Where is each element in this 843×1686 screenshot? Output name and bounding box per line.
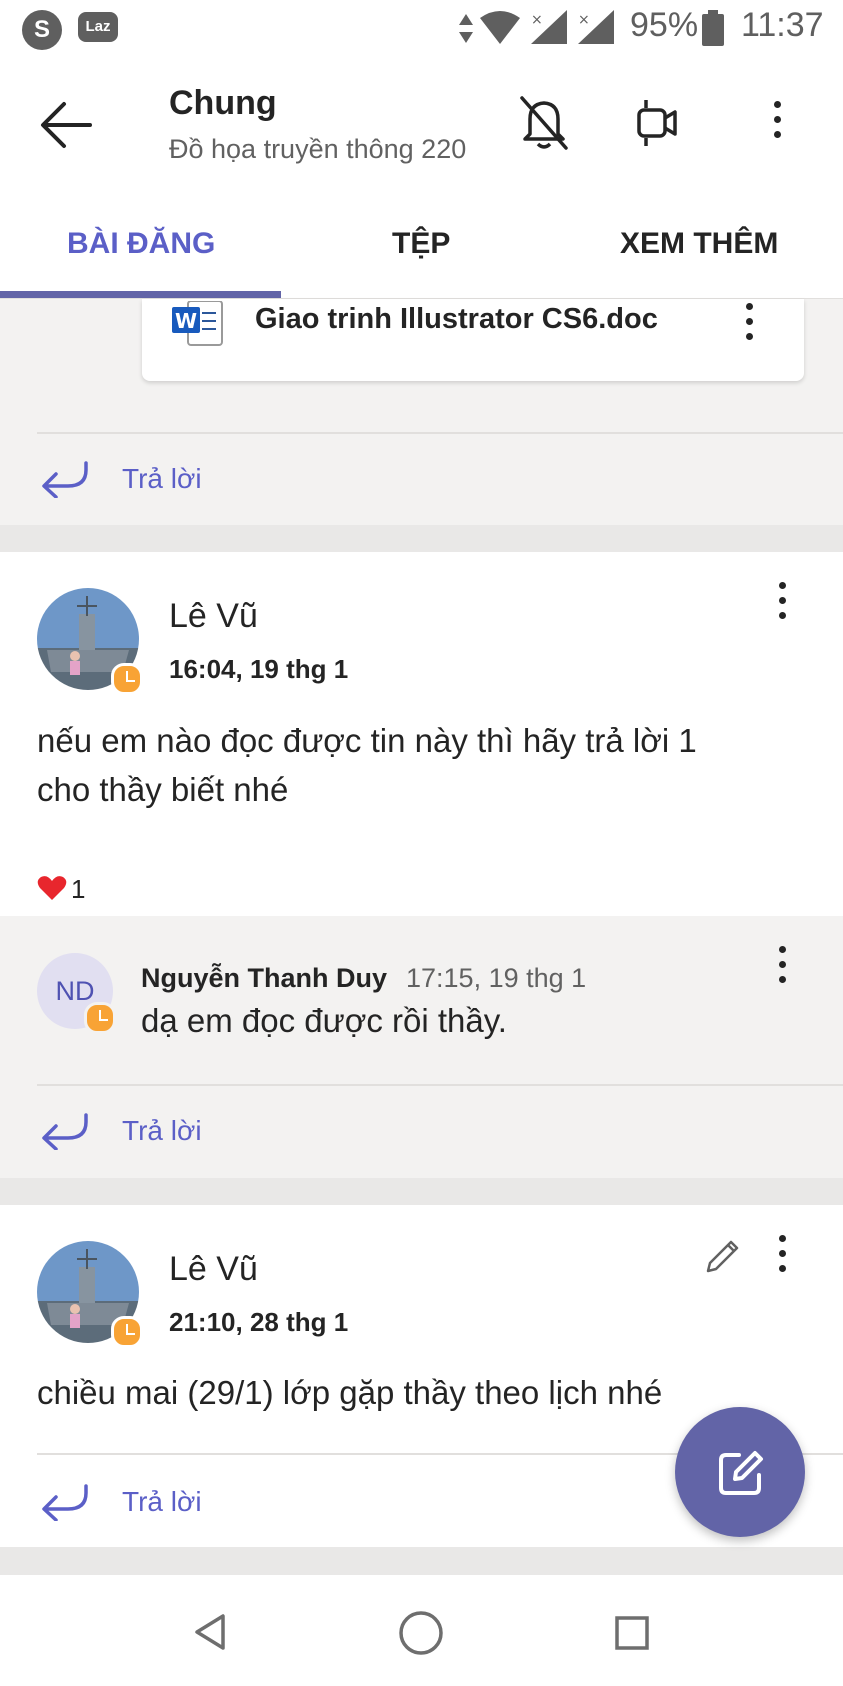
away-presence-icon bbox=[111, 663, 143, 695]
tab-posts[interactable]: BÀI ĐĂNG bbox=[67, 227, 215, 261]
status-bar: S Laz × × 95% 11:37 bbox=[0, 0, 843, 56]
wifi-icon bbox=[480, 11, 520, 44]
compose-icon bbox=[719, 1451, 763, 1495]
post-timestamp: 21:10, 28 thg 1 bbox=[169, 1307, 349, 1337]
reply-arrow-icon bbox=[42, 1113, 88, 1150]
reply-timestamp: 17:15, 19 thg 1 bbox=[406, 963, 587, 993]
data-arrows-icon bbox=[459, 14, 473, 43]
reply-arrow-icon bbox=[42, 461, 88, 498]
post-separator bbox=[0, 1178, 843, 1205]
away-presence-icon bbox=[111, 1316, 143, 1348]
channel-tabs: BÀI ĐĂNG TỆP XEM THÊM bbox=[0, 201, 843, 299]
away-presence-icon bbox=[84, 1002, 116, 1034]
post-more-icon[interactable] bbox=[776, 1235, 788, 1280]
file-attachment[interactable]: W Giao trinh Illustrator CS6.doc bbox=[142, 299, 804, 381]
post-message-line-2: cho thầy biết nhé bbox=[37, 771, 289, 808]
divider bbox=[37, 1084, 843, 1086]
notification-off-icon[interactable] bbox=[518, 94, 570, 152]
system-nav-bar bbox=[0, 1575, 843, 1686]
svg-text:×: × bbox=[578, 12, 590, 28]
channel-title: Chung bbox=[169, 84, 277, 122]
back-nav-icon[interactable] bbox=[193, 1613, 227, 1651]
channel-header: Chung Đồ họa truyền thông 220 bbox=[0, 56, 843, 201]
file-name: Giao trinh Illustrator CS6.doc bbox=[255, 303, 658, 335]
reply-thread: ND Nguyễn Thanh Duy 17:15, 19 thg 1 dạ e… bbox=[0, 916, 843, 1178]
heart-reaction-icon[interactable] bbox=[37, 875, 67, 901]
back-arrow-icon[interactable] bbox=[40, 100, 92, 150]
post-message: chiều mai (29/1) lớp gặp thầy theo lịch … bbox=[37, 1374, 663, 1411]
post-author[interactable]: Lê Vũ bbox=[169, 597, 258, 636]
more-options-icon[interactable] bbox=[771, 101, 783, 146]
reply-message: dạ em đọc được rồi thầy. bbox=[141, 1002, 507, 1039]
reply-author[interactable]: Nguyễn Thanh Duy bbox=[141, 963, 387, 994]
reply-button[interactable]: Trả lời bbox=[122, 463, 202, 495]
team-name: Đồ họa truyền thông 220 bbox=[169, 134, 467, 164]
post-author[interactable]: Lê Vũ bbox=[169, 1250, 258, 1289]
tab-files[interactable]: TỆP bbox=[392, 227, 450, 261]
battery-percent: 95% bbox=[630, 6, 699, 44]
edit-pencil-icon[interactable] bbox=[704, 1237, 742, 1275]
divider bbox=[37, 432, 843, 434]
reply-more-icon[interactable] bbox=[776, 946, 788, 991]
signal-icon-1: × bbox=[531, 10, 567, 44]
recents-nav-icon[interactable] bbox=[614, 1615, 650, 1651]
clock: 11:37 bbox=[741, 6, 824, 44]
new-post-button[interactable] bbox=[675, 1407, 805, 1537]
svg-text:×: × bbox=[531, 12, 543, 28]
post-card: Lê Vũ 16:04, 19 thg 1 nếu em nào đọc đượ… bbox=[0, 552, 843, 916]
s-app-icon: S bbox=[22, 10, 62, 50]
lazada-icon: Laz bbox=[78, 12, 118, 42]
svg-text:W: W bbox=[175, 309, 197, 333]
active-tab-indicator bbox=[0, 291, 281, 298]
meet-now-icon[interactable] bbox=[636, 96, 678, 152]
post-more-icon[interactable] bbox=[776, 582, 788, 627]
home-nav-icon[interactable] bbox=[398, 1610, 444, 1656]
post-message-line-1: nếu em nào đọc được tin này thì hãy trả … bbox=[37, 722, 697, 759]
reply-button[interactable]: Trả lời bbox=[122, 1115, 202, 1147]
reaction-count: 1 bbox=[71, 874, 86, 904]
file-more-icon[interactable] bbox=[743, 303, 755, 348]
tab-more[interactable]: XEM THÊM bbox=[620, 227, 778, 261]
reply-button[interactable]: Trả lời bbox=[122, 1486, 202, 1518]
word-file-icon: W bbox=[172, 301, 223, 346]
post-timestamp: 16:04, 19 thg 1 bbox=[169, 654, 349, 684]
signal-icon-2: × bbox=[578, 10, 614, 44]
battery-icon bbox=[702, 10, 724, 46]
post-separator bbox=[0, 1547, 843, 1575]
post-separator bbox=[0, 525, 843, 552]
reply-arrow-icon bbox=[42, 1484, 88, 1521]
